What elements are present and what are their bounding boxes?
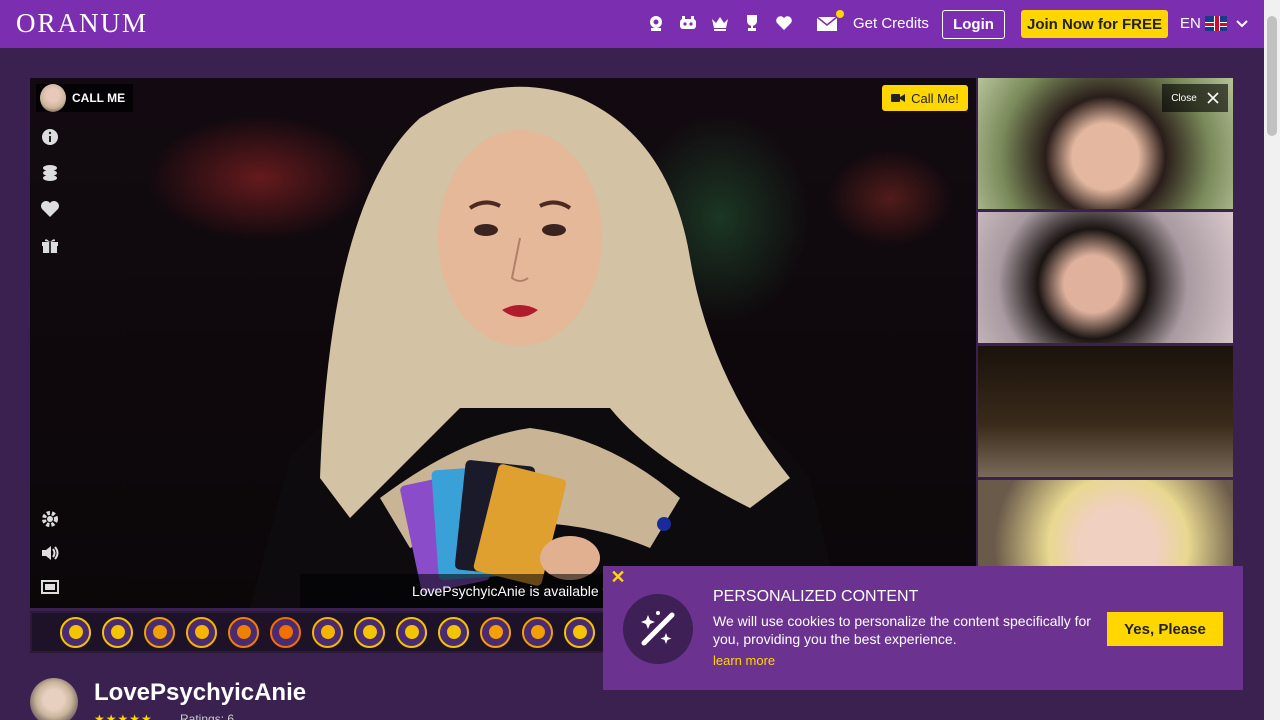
cookie-close-button[interactable]: ✕ xyxy=(609,567,627,587)
learn-more-link[interactable]: learn more xyxy=(713,653,775,668)
recommended-performers: Close xyxy=(978,78,1233,614)
close-button[interactable]: Close xyxy=(1162,84,1228,112)
category-dot xyxy=(572,625,587,639)
gift-icon[interactable] xyxy=(38,234,62,256)
uk-flag-icon xyxy=(1204,16,1227,31)
tree-icon[interactable] xyxy=(522,616,553,648)
performer-video-frame xyxy=(250,86,840,608)
category-dot xyxy=(488,625,503,639)
top-navigation: ORANUM Get Credits Login Join Now for FR… xyxy=(0,0,1264,48)
category-dot xyxy=(362,625,377,639)
category-dot xyxy=(278,625,293,639)
category-dot xyxy=(404,625,419,639)
sun-icon[interactable] xyxy=(270,616,301,648)
category-dot xyxy=(152,625,167,639)
call-me-button[interactable]: Call Me! xyxy=(882,85,968,111)
heart-icon[interactable] xyxy=(774,12,794,34)
close-icon xyxy=(1207,92,1219,104)
avatar xyxy=(40,84,66,112)
language-code: EN xyxy=(1180,15,1201,32)
category-dot xyxy=(194,625,209,639)
performer-thumbnail[interactable]: Close xyxy=(978,78,1233,209)
page-scrollbar[interactable] xyxy=(1264,0,1280,720)
category-dot xyxy=(446,625,461,639)
join-now-button[interactable]: Join Now for FREE xyxy=(1021,10,1168,38)
meditation-icon[interactable] xyxy=(564,616,595,648)
theater-mode-icon[interactable] xyxy=(38,576,62,598)
heart-icon[interactable] xyxy=(228,616,259,648)
magic-wand-icon xyxy=(623,594,693,664)
volume-icon[interactable] xyxy=(38,542,62,564)
cookie-banner: ✕ PERSONALIZED CONTENT We will use cooki… xyxy=(603,566,1243,690)
nav-icons xyxy=(646,12,794,34)
yin-yang-icon[interactable] xyxy=(354,616,385,648)
coins-icon[interactable] xyxy=(38,162,62,184)
category-dot xyxy=(236,625,251,639)
psychic-icon[interactable] xyxy=(60,616,91,648)
crown-icon[interactable] xyxy=(710,12,730,34)
get-credits-link[interactable]: Get Credits xyxy=(853,15,929,32)
performer-thumbnail[interactable] xyxy=(978,212,1233,343)
accept-cookies-button[interactable]: Yes, Please xyxy=(1107,612,1223,646)
cookie-description: We will use cookies to personalize the c… xyxy=(713,613,1091,647)
call-me-tag[interactable]: CALL ME xyxy=(36,84,134,112)
live-video[interactable]: CALL ME Call Me! LovePsychyicAnie is ava… xyxy=(30,78,976,608)
category-dot xyxy=(530,625,545,639)
video-bottom-tools xyxy=(38,508,62,598)
pets-icon[interactable] xyxy=(678,12,698,34)
diamond-icon[interactable] xyxy=(102,616,133,648)
trophy-icon[interactable] xyxy=(742,12,762,34)
login-button[interactable]: Login xyxy=(942,10,1005,39)
category-dot xyxy=(320,625,335,639)
scrollbar-thumb[interactable] xyxy=(1267,16,1277,136)
favorite-heart-icon[interactable] xyxy=(38,198,62,220)
dreamcatcher-icon[interactable] xyxy=(144,616,175,648)
notification-dot xyxy=(836,10,844,18)
info-icon[interactable] xyxy=(38,126,62,148)
category-dot xyxy=(110,625,125,639)
ratings-count: Ratings: 6 xyxy=(180,712,235,720)
performer-name: LovePsychyicAnie xyxy=(94,679,307,706)
rating-stars: ★★★★★ xyxy=(94,712,153,720)
cookie-title: PERSONALIZED CONTENT xyxy=(713,588,919,605)
profile-avatar[interactable] xyxy=(30,678,78,720)
webcam-icon[interactable] xyxy=(646,12,666,34)
cat-icon[interactable] xyxy=(186,616,217,648)
hamsa-icon[interactable] xyxy=(480,616,511,648)
video-side-tools xyxy=(38,126,62,256)
lotus-icon[interactable] xyxy=(396,616,427,648)
messages-icon[interactable] xyxy=(816,10,844,34)
video-camera-icon xyxy=(891,94,906,102)
call-me-tag-label: CALL ME xyxy=(72,91,126,105)
chevron-down-icon xyxy=(1236,19,1248,27)
call-me-button-label: Call Me! xyxy=(911,90,959,106)
category-dot xyxy=(68,625,83,639)
oranum-logo[interactable]: ORANUM xyxy=(16,8,148,39)
phoenix-icon[interactable] xyxy=(312,616,343,648)
close-label: Close xyxy=(1171,92,1197,104)
language-selector[interactable]: EN xyxy=(1180,15,1249,32)
settings-gear-icon[interactable] xyxy=(38,508,62,530)
performer-thumbnail[interactable] xyxy=(978,346,1233,477)
eye-icon[interactable] xyxy=(438,616,469,648)
